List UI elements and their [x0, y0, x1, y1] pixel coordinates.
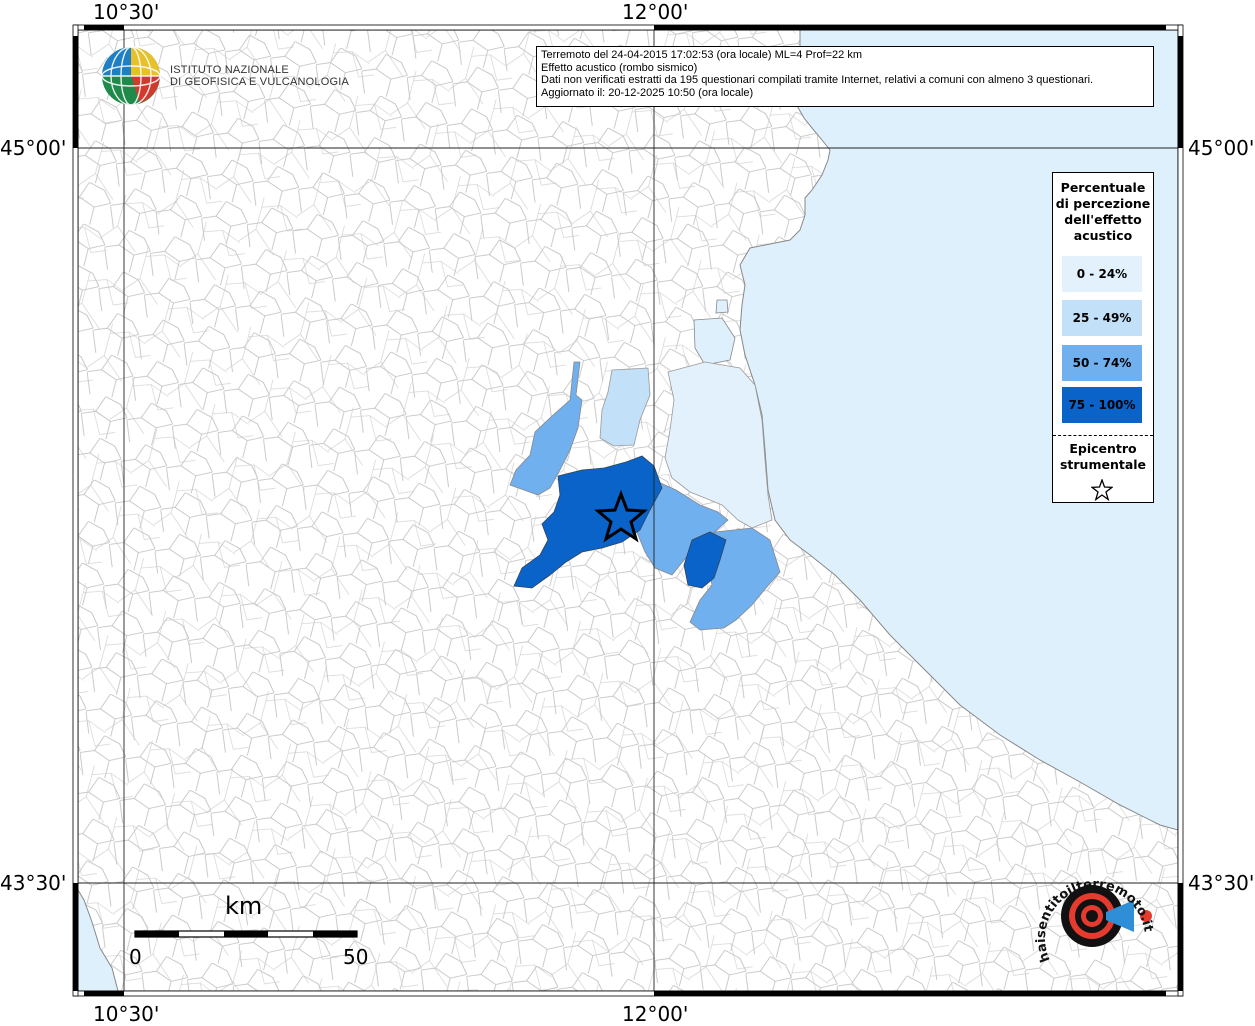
event-info-box: Terremoto del 24-04-2015 17:02:53 (ora l…: [536, 46, 1154, 107]
institute-line-2: DI GEOFISICA E VULCANOLOGIA: [170, 76, 349, 88]
scale-min-label: 0: [129, 945, 142, 969]
institute-name: ISTITUTO NAZIONALE DI GEOFISICA E VULCAN…: [170, 64, 349, 88]
event-info-line-4: Aggiornato il: 20-12-2025 10:50 (ora loc…: [541, 86, 754, 99]
lat-label-right-1: 45°00': [1188, 136, 1255, 160]
legend: Percentuale di percezione dell'effetto a…: [1052, 172, 1154, 503]
epicenter-legend-line: Epicentro: [1069, 441, 1137, 456]
legend-title-line: acustico: [1073, 228, 1133, 243]
event-info-line-3: Dati non verificati estratti da 195 ques…: [541, 74, 1094, 87]
legend-item-0-24: 0 - 24%: [1062, 256, 1142, 292]
epicenter-legend-line: strumentale: [1059, 457, 1147, 472]
legend-title-line: dell'effetto: [1064, 212, 1142, 227]
star-icon: [1091, 479, 1113, 501]
svg-text:haisentitoilterremoto.it: haisentitoilterremoto.it: [1034, 877, 1156, 964]
lon-label-top-1: 10°30': [93, 0, 160, 24]
lat-label-left-1: 45°00': [0, 136, 67, 160]
lagoon: [715, 299, 729, 314]
legend-title: Percentuale di percezione dell'effetto a…: [1053, 180, 1153, 244]
legend-title-line: di percezione: [1055, 196, 1151, 211]
event-info-line-2: Effetto acustico (rombo sismico): [541, 61, 698, 74]
legend-item-25-49: 25 - 49%: [1062, 300, 1142, 336]
ingv-logo-icon: [101, 46, 161, 106]
epicenter-legend-title: Epicentro strumentale: [1053, 441, 1153, 473]
legend-separator: [1053, 435, 1153, 436]
lat-label-left-2: 43°30': [0, 871, 67, 895]
scale-bar: [134, 930, 358, 938]
institute-line-1: ISTITUTO NAZIONALE: [170, 64, 289, 76]
lon-label-bottom-1: 10°30': [93, 1002, 160, 1026]
lon-label-bottom-2: 12°00': [622, 1002, 689, 1026]
lat-label-right-2: 43°30': [1188, 871, 1255, 895]
scale-unit-label: km: [225, 892, 263, 920]
legend-title-line: Percentuale: [1060, 180, 1146, 195]
legend-item-50-74: 50 - 74%: [1062, 345, 1142, 381]
event-info-line-1: Terremoto del 24-04-2015 17:02:53 (ora l…: [541, 49, 863, 61]
hsit-badge-text: haisentitoilterremoto.it: [1034, 877, 1156, 964]
legend-item-75-100: 75 - 100%: [1062, 387, 1142, 423]
lon-label-top-2: 12°00': [622, 0, 689, 24]
scale-max-label: 50: [343, 945, 369, 969]
